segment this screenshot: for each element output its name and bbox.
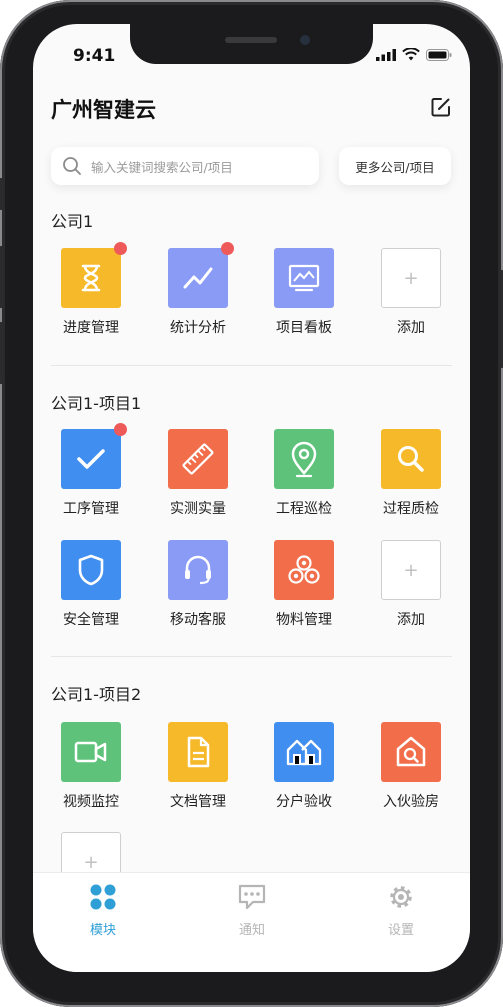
- status-icons: [376, 48, 452, 61]
- tab-label: 模块: [89, 923, 116, 938]
- tab-notifications[interactable]: 通知: [212, 883, 292, 938]
- gear-icon: [390, 886, 412, 908]
- tile-quality-check[interactable]: 过程质检: [369, 429, 453, 518]
- tile-add-button[interactable]: + 添加: [369, 540, 453, 629]
- document-icon: [187, 736, 210, 768]
- battery-icon: [426, 48, 452, 61]
- grid-dots-icon: [90, 884, 116, 910]
- section-title-company1-project2: 公司1-项目2: [51, 685, 142, 704]
- plus-icon: +: [381, 248, 441, 308]
- tile-progress-management[interactable]: 进度管理: [49, 242, 133, 337]
- tab-bar: 模块 通知 设置: [33, 872, 470, 972]
- tile-icon-bg: [168, 242, 234, 308]
- checkmark-icon: [77, 449, 105, 469]
- notch: [130, 24, 373, 64]
- tile-label: 分户验收: [276, 794, 332, 810]
- phone-frame: 9:41 广州智建云 输入关键词搜索公司/项目 更多公司/项目 公司1 进度管理: [0, 0, 503, 1007]
- dashboard-icon: [288, 264, 320, 292]
- screen: 9:41 广州智建云 输入关键词搜索公司/项目 更多公司/项目 公司1 进度管理: [33, 24, 470, 972]
- volume-down-button: [0, 322, 3, 384]
- tile-label: 安全管理: [63, 612, 119, 628]
- signal-icon: [376, 48, 396, 61]
- tab-modules[interactable]: 模块: [63, 883, 143, 938]
- chat-bubble-icon: [238, 884, 266, 910]
- tile-label: 工程巡检: [276, 501, 332, 517]
- tile-video-monitoring[interactable]: 视频监控: [49, 722, 133, 811]
- tile-icon-bg: [381, 429, 441, 489]
- app-title: 广州智建云: [51, 98, 156, 122]
- divider: [51, 656, 452, 657]
- tile-label: 移动客服: [170, 612, 226, 628]
- search-input[interactable]: 输入关键词搜索公司/项目: [51, 147, 319, 185]
- tile-safety-management[interactable]: 安全管理: [49, 540, 133, 629]
- tile-icon-bg: [61, 540, 121, 600]
- speaker: [225, 37, 277, 43]
- tile-label: 文档管理: [170, 794, 226, 810]
- mute-switch: [0, 178, 3, 210]
- tile-label: 过程质检: [383, 501, 439, 517]
- wifi-icon: [402, 48, 420, 61]
- volume-up-button: [0, 246, 3, 308]
- tile-project-board[interactable]: 项目看板: [262, 248, 346, 337]
- tile-document-management[interactable]: 文档管理: [156, 722, 240, 811]
- status-time: 9:41: [73, 46, 116, 66]
- search-placeholder: 输入关键词搜索公司/项目: [91, 159, 233, 175]
- tile-icon-bg: [168, 540, 228, 600]
- tab-label: 通知: [238, 923, 265, 938]
- tile-label: 项目看板: [276, 320, 332, 336]
- divider: [51, 365, 452, 366]
- houses-icon: [286, 739, 322, 766]
- tile-label: 物料管理: [276, 612, 332, 628]
- tile-material-management[interactable]: 物料管理: [262, 540, 346, 629]
- edit-icon[interactable]: [430, 96, 452, 118]
- more-companies-button[interactable]: 更多公司/项目: [339, 147, 451, 185]
- tile-icon-bg: [61, 722, 121, 782]
- tile-move-in-inspection[interactable]: 入伙验房: [369, 722, 453, 811]
- tile-label: 入伙验房: [383, 794, 439, 810]
- tile-process-management[interactable]: 工序管理: [49, 423, 133, 518]
- tile-statistics[interactable]: 统计分析: [156, 242, 240, 337]
- tile-icon-bg: [274, 429, 334, 489]
- trend-chart-icon: [183, 267, 213, 289]
- tile-label: 添加: [397, 320, 425, 336]
- tile-engineering-inspection[interactable]: 工程巡检: [262, 429, 346, 518]
- tile-label: 进度管理: [63, 320, 119, 336]
- video-camera-icon: [74, 741, 107, 763]
- tile-icon-bg: [274, 722, 334, 782]
- tile-label: 添加: [397, 612, 425, 628]
- front-camera: [300, 35, 310, 45]
- tile-measurement[interactable]: 实测实量: [156, 429, 240, 518]
- tab-settings[interactable]: 设置: [361, 883, 441, 938]
- tile-household-acceptance[interactable]: 分户验收: [262, 722, 346, 811]
- tile-icon-bg: [61, 423, 127, 489]
- section-title-company1-project1: 公司1-项目1: [51, 394, 142, 413]
- notification-badge: [221, 242, 234, 255]
- tile-label: 工序管理: [63, 501, 119, 517]
- tile-icon-bg: [168, 429, 228, 489]
- shield-icon: [78, 554, 104, 586]
- search-icon: [63, 157, 81, 175]
- headset-icon: [185, 555, 211, 585]
- tile-icon-bg: [381, 722, 441, 782]
- notification-badge: [114, 423, 127, 436]
- tile-icon-bg: [168, 722, 228, 782]
- notification-badge: [114, 242, 127, 255]
- tile-icon-bg: [274, 540, 334, 600]
- material-rolls-icon: [288, 555, 320, 584]
- tile-icon-bg: [61, 242, 127, 308]
- ruler-icon: [182, 443, 214, 475]
- plus-icon: +: [381, 540, 441, 600]
- location-pin-icon: [291, 441, 317, 478]
- tile-label: 实测实量: [170, 501, 226, 517]
- tile-add-button[interactable]: + 添加: [369, 248, 453, 337]
- tile-label: 统计分析: [170, 320, 226, 336]
- tile-icon-bg: [274, 248, 334, 308]
- hourglass-icon: [81, 264, 101, 292]
- house-search-icon: [396, 736, 426, 767]
- magnifier-icon: [398, 446, 424, 472]
- tile-mobile-service[interactable]: 移动客服: [156, 540, 240, 629]
- tile-label: 视频监控: [63, 794, 119, 810]
- section-title-company1: 公司1: [51, 212, 94, 231]
- tab-label: 设置: [387, 923, 414, 938]
